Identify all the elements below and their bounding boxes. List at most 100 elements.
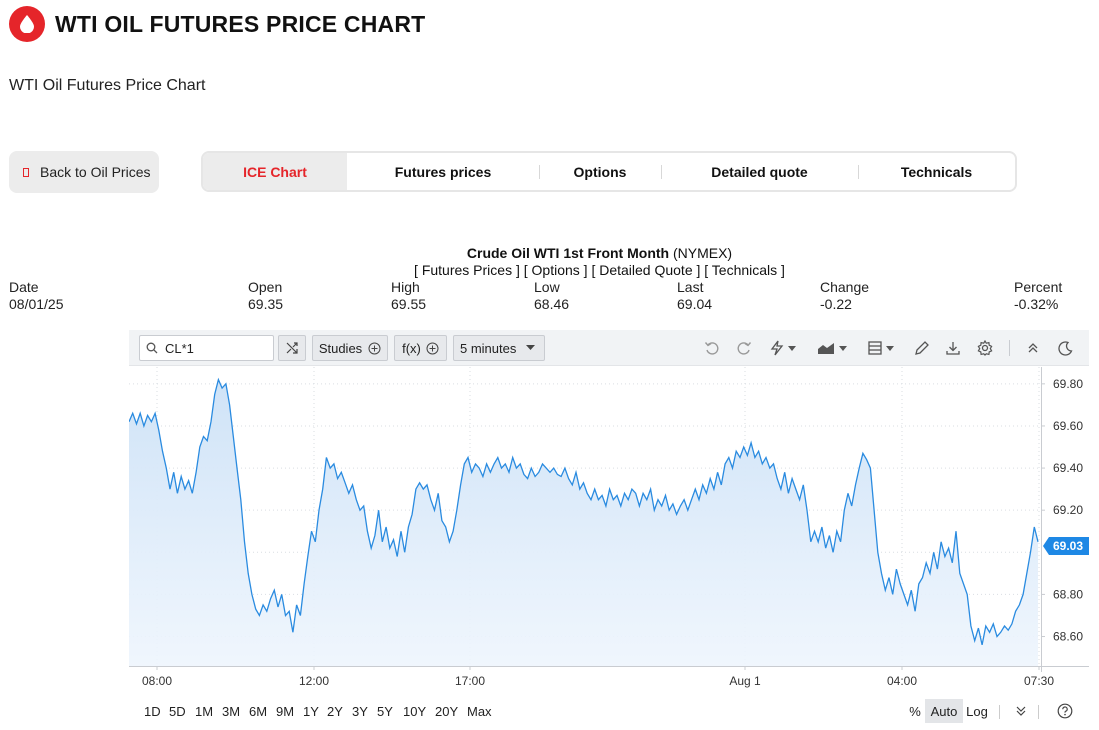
- open-label: Open: [248, 279, 283, 295]
- range-5d-button[interactable]: 5D: [169, 704, 186, 719]
- studies-label: Studies: [318, 340, 363, 356]
- range-3y-button[interactable]: 3Y: [352, 704, 368, 719]
- chart-tabs: ICE Chart Futures prices Options Detaile…: [201, 151, 1017, 192]
- y-tick-label: 69.60: [1053, 419, 1083, 433]
- exchange-name: (NYMEX): [672, 245, 733, 261]
- oil-drop-icon: [9, 6, 45, 42]
- page-header: WTI OIL FUTURES PRICE CHART: [9, 6, 425, 42]
- range-6m-button[interactable]: 6M: [249, 704, 267, 719]
- pencil-icon: [915, 341, 929, 355]
- plus-circle-icon: [426, 342, 439, 354]
- date-label: Date: [9, 279, 39, 295]
- chart-links[interactable]: [ Futures Prices ] [ Options ] [ Detaile…: [0, 262, 1099, 278]
- y-tick-label: 68.80: [1053, 587, 1083, 601]
- fx-label: f(x): [402, 340, 421, 356]
- undo-button[interactable]: [702, 338, 722, 358]
- range-1m-button[interactable]: 1M: [195, 704, 213, 719]
- studies-button[interactable]: Studies: [312, 335, 388, 361]
- download-button[interactable]: [943, 338, 963, 358]
- range-10y-button[interactable]: 10Y: [403, 704, 426, 719]
- search-icon: [146, 342, 158, 354]
- redo-button[interactable]: [734, 338, 754, 358]
- chevrons-up-icon: [1028, 343, 1038, 353]
- x-tick-label: 07:30: [1024, 674, 1054, 688]
- chart-heading: Crude Oil WTI 1st Front Month (NYMEX): [0, 245, 1099, 263]
- x-tick-label: 17:00: [455, 674, 485, 688]
- y-tick-label: 69.80: [1053, 377, 1083, 391]
- gear-icon: [977, 340, 993, 356]
- range-5y-button[interactable]: 5Y: [377, 704, 393, 719]
- scale-log-button[interactable]: Log: [963, 699, 991, 723]
- last-value: 69.04: [677, 296, 713, 312]
- low-label: Low: [534, 279, 560, 295]
- range-20y-button[interactable]: 20Y: [435, 704, 458, 719]
- plus-circle-icon: [368, 342, 381, 354]
- collapse-button[interactable]: [1023, 338, 1043, 358]
- percent-label: Percent: [1014, 279, 1063, 295]
- range-1y-button[interactable]: 1Y: [303, 704, 319, 719]
- bottom-divider: [999, 705, 1000, 719]
- tab-futures-prices[interactable]: Futures prices: [347, 153, 539, 190]
- y-tick-label: 68.60: [1053, 630, 1083, 644]
- chevrons-down-icon: [1016, 706, 1026, 716]
- settings-button[interactable]: [975, 338, 995, 358]
- expand-button[interactable]: [1013, 699, 1029, 723]
- symbol-search-input[interactable]: CL*1: [139, 335, 274, 361]
- percent-value: -0.32%: [1014, 296, 1059, 312]
- events-button[interactable]: [766, 338, 800, 358]
- symbol-value: CL*1: [165, 340, 194, 356]
- back-to-oil-prices-button[interactable]: Back to Oil Prices: [9, 151, 159, 193]
- caret-down-icon: [886, 345, 894, 351]
- range-3m-button[interactable]: 3M: [222, 704, 240, 719]
- draw-button[interactable]: [912, 338, 932, 358]
- scale-percent-button[interactable]: %: [907, 699, 923, 723]
- compare-button[interactable]: [278, 335, 306, 361]
- interval-select[interactable]: 5 minutes: [453, 335, 545, 361]
- toolbar-divider: [1009, 340, 1010, 356]
- range-1d-button[interactable]: 1D: [144, 704, 161, 719]
- caret-down-icon: [526, 345, 536, 350]
- back-button-label: Back to Oil Prices: [40, 164, 151, 180]
- tab-options[interactable]: Options: [539, 153, 661, 190]
- range-9m-button[interactable]: 9M: [276, 704, 294, 719]
- help-icon: [1057, 703, 1073, 719]
- x-tick-label: 12:00: [299, 674, 329, 688]
- help-button[interactable]: [1056, 699, 1074, 723]
- tab-ice-chart[interactable]: ICE Chart: [203, 153, 347, 190]
- theme-button[interactable]: [1055, 338, 1075, 358]
- last-label: Last: [677, 279, 704, 295]
- caret-down-icon: [788, 345, 796, 351]
- high-value: 69.55: [391, 296, 427, 312]
- chart-toolbar: CL*1 Studies f(x) 5 minutes: [129, 330, 1089, 366]
- page-title: WTI OIL FUTURES PRICE CHART: [55, 10, 426, 37]
- chart-type-button[interactable]: [814, 338, 850, 358]
- redo-icon: [737, 342, 752, 355]
- y-tick-label: 69.40: [1053, 461, 1083, 475]
- x-tick-label: 04:00: [887, 674, 917, 688]
- last-price-label: 69.03: [1053, 539, 1083, 553]
- x-tick-label: Aug 1: [729, 674, 761, 688]
- price-area: [129, 379, 1038, 666]
- bottom-divider: [1038, 705, 1039, 719]
- tab-technicals[interactable]: Technicals: [858, 153, 1015, 190]
- range-bar: % Auto Log 1D 5D 1M 3M 6M 9M 1Y 2Y 3Y 5Y 10Y 20Y Max: [129, 697, 1089, 727]
- instrument-name: Crude Oil WTI 1st Front Month: [466, 245, 670, 261]
- low-value: 68.46: [534, 296, 570, 312]
- open-value: 69.35: [248, 296, 284, 312]
- date-value: 08/01/25: [9, 296, 64, 312]
- moon-icon: [1057, 340, 1072, 356]
- functions-button[interactable]: f(x): [394, 335, 447, 361]
- lightning-icon: [770, 340, 784, 356]
- area-chart-icon: [818, 343, 834, 354]
- scale-auto-button[interactable]: Auto: [925, 699, 963, 723]
- tab-detailed-quote[interactable]: Detailed quote: [661, 153, 858, 190]
- change-label: Change: [820, 279, 870, 295]
- price-chart[interactable]: 68.60 68.80 69.20 69.40 69.60 69.80 08:00 12:00…: [129, 367, 1089, 694]
- range-2y-button[interactable]: 2Y: [327, 704, 343, 719]
- undo-icon: [704, 342, 719, 355]
- layout-button[interactable]: [864, 338, 898, 358]
- page-subtitle: WTI Oil Futures Price Chart: [9, 77, 206, 94]
- y-tick-label: 69.20: [1053, 503, 1083, 517]
- compare-icon: [286, 342, 298, 354]
- range-max-button[interactable]: Max: [467, 704, 492, 719]
